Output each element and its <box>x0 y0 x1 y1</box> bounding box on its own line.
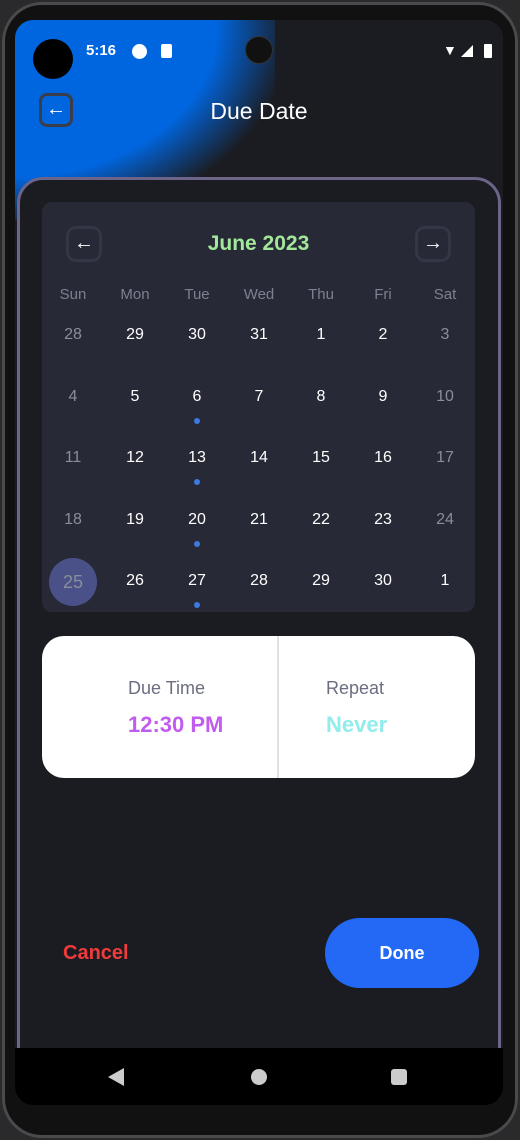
event-dot <box>194 541 200 547</box>
day-cell[interactable]: 15 <box>296 449 346 467</box>
weekday-header: Tue <box>184 286 210 303</box>
day-cell[interactable]: 13 <box>172 449 222 467</box>
day-cell[interactable]: 18 <box>48 511 98 529</box>
day-cell[interactable]: 30 <box>358 572 408 590</box>
weekday-header: Sun <box>59 286 87 303</box>
event-dot <box>194 418 200 424</box>
day-cell[interactable]: 27 <box>172 572 222 590</box>
cancel-button[interactable]: Cancel <box>63 942 129 965</box>
nav-back-icon[interactable] <box>108 1068 124 1086</box>
divider <box>277 636 279 778</box>
battery-icon <box>484 44 492 58</box>
event-dot <box>194 602 200 608</box>
day-cell[interactable]: 21 <box>234 511 284 529</box>
done-button[interactable]: Done <box>325 918 479 988</box>
status-bar: 5:16 ▼ <box>15 42 503 62</box>
day-cell[interactable]: 14 <box>234 449 284 467</box>
day-cell[interactable]: 4 <box>48 388 98 406</box>
day-cell[interactable]: 22 <box>296 511 346 529</box>
repeat-value[interactable]: Never <box>326 712 387 738</box>
day-cell[interactable]: 2 <box>358 326 408 344</box>
day-cell[interactable]: 28 <box>48 326 98 344</box>
day-cell[interactable]: 9 <box>358 388 408 406</box>
day-cell-selected[interactable]: 25 <box>49 558 97 606</box>
weekday-header: Fri <box>374 286 392 303</box>
weekday-header: Thu <box>308 286 334 303</box>
status-time: 5:16 <box>86 42 117 59</box>
due-time-label: Due Time <box>128 678 206 698</box>
day-cell[interactable]: 7 <box>234 388 284 406</box>
month-label: June 2023 <box>207 232 310 255</box>
day-cell[interactable]: 28 <box>234 572 284 590</box>
repeat-label: Repeat <box>326 678 385 698</box>
day-cell[interactable]: 16 <box>358 449 408 467</box>
day-cell[interactable]: 5 <box>110 388 160 406</box>
page-title: Due Date <box>210 98 308 124</box>
day-cell[interactable]: 1 <box>296 326 346 344</box>
day-cell[interactable]: 26 <box>110 572 160 590</box>
arrow-right-icon: → <box>423 232 443 254</box>
day-cell[interactable]: 29 <box>296 572 346 590</box>
nav-home-icon[interactable] <box>251 1069 267 1085</box>
next-month-button[interactable]: → <box>415 226 451 262</box>
signal-icon <box>461 45 473 57</box>
day-cell[interactable]: 17 <box>420 449 470 467</box>
day-cell[interactable]: 24 <box>420 511 470 529</box>
day-cell[interactable]: 29 <box>110 326 160 344</box>
day-cell[interactable]: 31 <box>234 326 284 344</box>
notification-icon <box>132 44 147 59</box>
day-cell[interactable]: 30 <box>172 326 222 344</box>
weekday-header: Sat <box>433 286 457 303</box>
day-cell[interactable]: 10 <box>420 388 470 406</box>
day-cell[interactable]: 6 <box>172 388 222 406</box>
due-time-value[interactable]: 12:30 PM <box>128 712 223 738</box>
weekday-header: Wed <box>243 286 275 303</box>
calendar: ← June 2023 → Sun Mon Tue Wed Thu Fri Sat 28 29 3… <box>42 202 475 612</box>
time-repeat-card: Due Time 12:30 PM Repeat Never <box>42 636 475 778</box>
day-cell[interactable]: 19 <box>110 511 160 529</box>
sd-card-icon <box>161 44 172 58</box>
day-cell[interactable]: 1 <box>420 572 470 590</box>
day-cell[interactable]: 8 <box>296 388 346 406</box>
day-cell[interactable]: 12 <box>110 449 160 467</box>
weekday-header: Mon <box>120 286 150 303</box>
wifi-icon: ▼ <box>443 42 457 58</box>
navigation-bar <box>15 1048 503 1105</box>
day-cell[interactable]: 20 <box>172 511 222 529</box>
day-cell[interactable]: 3 <box>420 326 470 344</box>
screen: 5:16 ▼ ← Due Date ← June 2023 → Sun Mon Tu… <box>15 20 503 1105</box>
event-dot <box>194 479 200 485</box>
day-cell[interactable]: 23 <box>358 511 408 529</box>
nav-recents-icon[interactable] <box>391 1069 407 1085</box>
day-cell[interactable]: 11 <box>48 449 98 467</box>
